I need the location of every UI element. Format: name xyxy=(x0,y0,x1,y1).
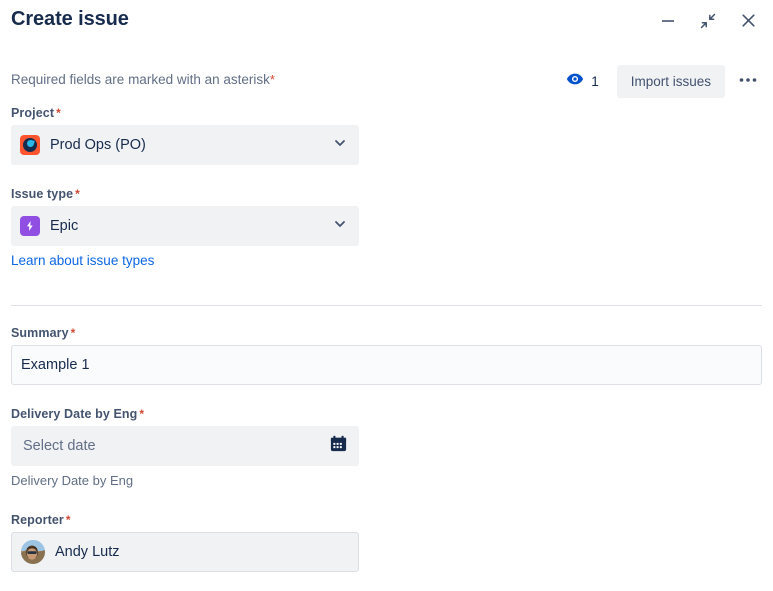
collapse-button[interactable] xyxy=(693,8,723,38)
project-label: Project* xyxy=(11,106,359,120)
create-issue-dialog: Create issue xyxy=(0,0,773,591)
more-actions-button[interactable] xyxy=(733,66,763,96)
close-button[interactable] xyxy=(733,8,763,38)
learn-about-issue-types-link[interactable]: Learn about issue types xyxy=(11,253,154,268)
required-fields-note: Required fields are marked with an aster… xyxy=(11,72,275,87)
subheader-actions: 1 Import issues xyxy=(558,64,763,98)
required-fields-text: Required fields are marked with an aster… xyxy=(11,72,270,87)
issue-type-selected-value: Epic xyxy=(50,218,78,234)
summary-label-text: Summary xyxy=(11,326,69,340)
calendar-icon[interactable] xyxy=(329,434,348,458)
close-icon xyxy=(740,12,757,34)
delivery-date-required-asterisk: * xyxy=(139,407,144,421)
summary-input[interactable] xyxy=(11,345,762,385)
delivery-date-label-text: Delivery Date by Eng xyxy=(11,407,137,421)
minimize-icon xyxy=(660,13,676,34)
delivery-date-helper-text: Delivery Date by Eng xyxy=(11,473,359,488)
field-delivery-date: Delivery Date by Eng* Select date xyxy=(11,407,359,488)
issue-type-select[interactable]: Epic xyxy=(11,206,359,246)
project-avatar-icon xyxy=(20,135,40,155)
required-asterisk: * xyxy=(270,72,275,87)
eye-icon xyxy=(566,70,584,93)
page-title: Create issue xyxy=(11,8,129,31)
reporter-select[interactable]: Andy Lutz xyxy=(11,532,359,572)
delivery-date-label: Delivery Date by Eng* xyxy=(11,407,359,421)
summary-required-asterisk: * xyxy=(71,326,76,340)
more-horizontal-icon xyxy=(739,74,757,83)
reporter-required-asterisk: * xyxy=(66,513,71,527)
chevron-down-icon xyxy=(333,217,347,236)
issue-type-label-text: Issue type xyxy=(11,187,73,201)
reporter-label-text: Reporter xyxy=(11,513,64,527)
section-divider xyxy=(11,305,762,306)
minimize-button[interactable] xyxy=(653,8,683,38)
watch-count: 1 xyxy=(591,74,599,89)
user-avatar xyxy=(21,540,45,564)
window-controls xyxy=(653,8,763,38)
reporter-label: Reporter* xyxy=(11,513,359,527)
delivery-date-picker[interactable]: Select date xyxy=(11,426,359,466)
dialog-header: Create issue xyxy=(0,0,773,46)
dialog-subheader: Required fields are marked with an aster… xyxy=(0,64,773,98)
field-reporter: Reporter* xyxy=(11,513,359,572)
project-label-text: Project xyxy=(11,106,54,120)
reporter-selected-value: Andy Lutz xyxy=(55,544,120,560)
project-select[interactable]: Prod Ops (PO) xyxy=(11,125,359,165)
project-selected-value: Prod Ops (PO) xyxy=(50,137,146,153)
watch-button[interactable]: 1 xyxy=(558,66,607,97)
project-required-asterisk: * xyxy=(56,106,61,120)
summary-label: Summary* xyxy=(11,326,762,340)
field-issue-type: Issue type* Epic Learn about issue types xyxy=(11,187,359,270)
import-issues-button[interactable]: Import issues xyxy=(617,65,725,98)
field-project: Project* Prod Ops (PO) xyxy=(11,106,359,165)
delivery-date-placeholder: Select date xyxy=(23,438,96,454)
collapse-icon xyxy=(700,13,716,34)
create-issue-form: Project* Prod Ops (PO) Issue type* xyxy=(0,106,773,591)
field-summary: Summary* xyxy=(11,326,762,385)
issue-type-required-asterisk: * xyxy=(75,187,80,201)
chevron-down-icon xyxy=(333,136,347,155)
epic-icon xyxy=(20,216,40,236)
issue-type-label: Issue type* xyxy=(11,187,359,201)
